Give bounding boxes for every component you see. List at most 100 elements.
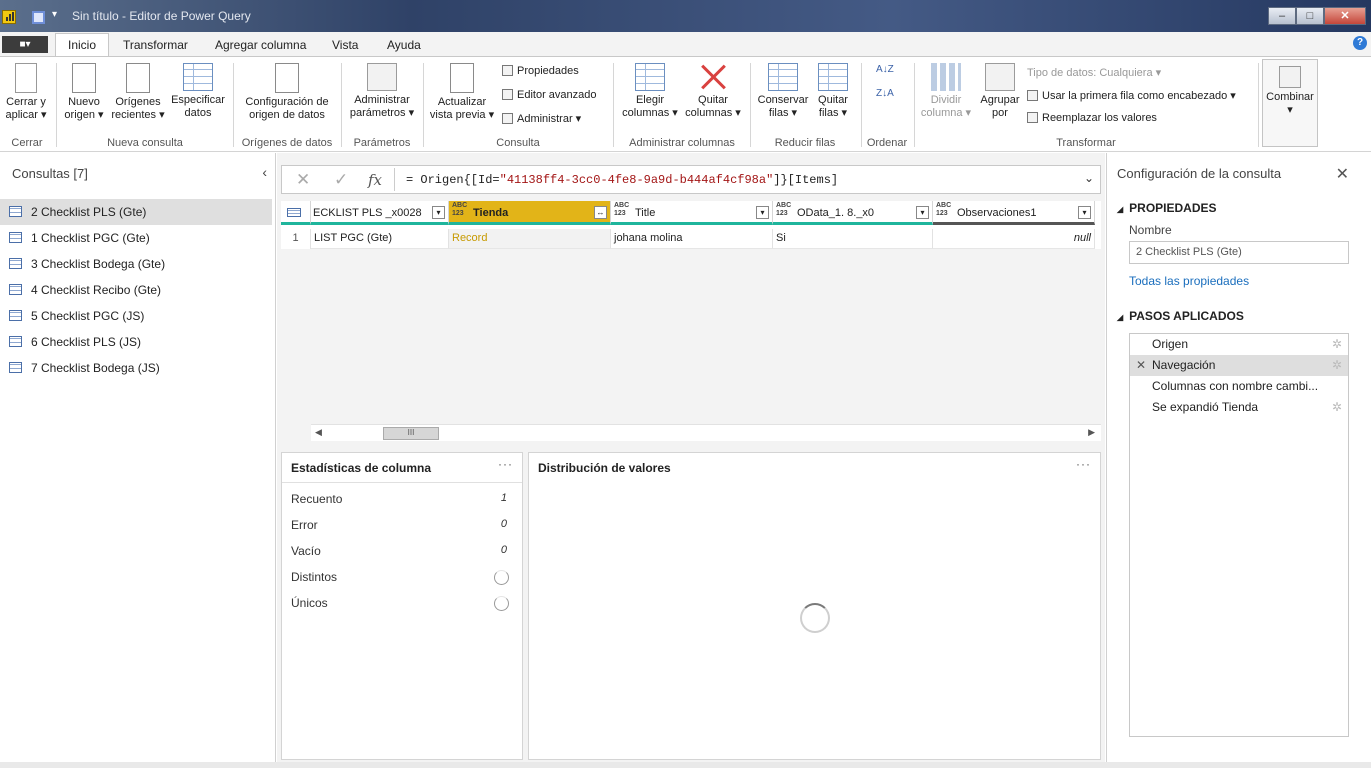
new-source-button[interactable]: Nuevo origen ▾ [60, 63, 108, 122]
group-nueva-consulta: Nueva consulta [107, 137, 183, 149]
remove-columns-button[interactable]: Quitar columnas ▾ [682, 63, 744, 120]
remove-columns-icon [699, 63, 727, 91]
column-header[interactable]: ABC 123 Title ▾ [611, 201, 773, 225]
all-properties-link[interactable]: Todas las propiedades [1129, 274, 1249, 288]
table-cell[interactable]: null [933, 229, 1095, 249]
quick-access-dropdown[interactable]: ▾ [52, 9, 57, 20]
tab-transformar[interactable]: Transformar [123, 38, 188, 52]
tab-inicio[interactable]: Inicio [55, 33, 110, 57]
name-label: Nombre [1129, 223, 1172, 237]
filter-dropdown-icon[interactable]: ▾ [1078, 206, 1091, 219]
tab-agregar-columna[interactable]: Agregar columna [215, 38, 306, 52]
properties-section[interactable]: ◢ PROPIEDADES [1117, 201, 1217, 215]
more-options-icon[interactable]: ··· [1076, 457, 1091, 471]
save-icon[interactable] [32, 11, 45, 24]
manage-parameters-button[interactable]: Administrar parámetros ▾ [344, 63, 420, 120]
query-name-input[interactable]: 2 Checklist PLS (Gte) [1129, 241, 1349, 264]
table-icon [9, 206, 22, 217]
window-controls: – □ ✕ [1268, 7, 1366, 25]
filter-dropdown-icon[interactable]: ▾ [916, 206, 929, 219]
sort-descending-button[interactable]: Z↓A [876, 88, 894, 99]
maximize-button[interactable]: □ [1296, 7, 1324, 25]
gear-icon[interactable]: ✲ [1332, 397, 1342, 418]
ribbon-tabs: ■▾ Inicio Transformar Agregar columna Vi… [0, 32, 1371, 57]
split-column-button[interactable]: Dividir columna ▾ [918, 63, 974, 120]
query-item[interactable]: 4 Checklist Recibo (Gte) [0, 277, 272, 303]
table-cell[interactable]: Si [773, 229, 933, 249]
data-source-settings-button[interactable]: Configuración de origen de datos [238, 63, 336, 122]
horizontal-scrollbar[interactable]: ◀ III ▶ [311, 424, 1101, 441]
step-item[interactable]: Columnas con nombre cambi... [1130, 376, 1348, 397]
stat-row: Distintos [291, 570, 511, 590]
tab-ayuda[interactable]: Ayuda [387, 38, 421, 52]
gear-icon[interactable]: ✲ [1332, 355, 1342, 376]
column-header[interactable]: ECKLIST PLS _x0028 ▾ [311, 201, 449, 225]
more-options-icon[interactable]: ··· [498, 457, 513, 471]
row-number: 1 [281, 229, 311, 249]
filter-dropdown-icon[interactable]: ▾ [756, 206, 769, 219]
properties-button[interactable]: Propiedades [502, 65, 579, 77]
formula-bar: ✕ ✓ fx = Origen{[Id="41138ff4-3cc0-4fe8-… [281, 165, 1101, 194]
collapse-chevron-icon[interactable]: ‹ [262, 164, 267, 180]
cancel-formula-icon[interactable]: ✕ [296, 170, 310, 190]
column-header[interactable]: ABC 123 OData_1. 8._x0 ▾ [773, 201, 933, 225]
commit-formula-icon[interactable]: ✓ [334, 170, 348, 190]
choose-columns-button[interactable]: Elegir columnas ▾ [618, 63, 682, 120]
refresh-preview-button[interactable]: Actualizar vista previa ▾ [427, 63, 497, 122]
table-cell[interactable]: johana molina [611, 229, 773, 249]
use-first-row-headers-button[interactable]: Usar la primera fila como encabezado ▾ [1027, 89, 1236, 102]
ribbon-separator [56, 63, 57, 147]
formula-input[interactable]: = Origen{[Id="41138ff4-3cc0-4fe8-9a9d-b4… [406, 173, 838, 187]
fx-icon[interactable]: fx [368, 171, 382, 189]
step-item[interactable]: Se expandió Tienda ✲ [1130, 397, 1348, 418]
query-item[interactable]: 2 Checklist PLS (Gte) [0, 199, 272, 225]
column-header[interactable]: ABC 123 Observaciones1 ▾ [933, 201, 1095, 225]
gear-icon[interactable]: ✲ [1332, 334, 1342, 355]
minimize-button[interactable]: – [1268, 7, 1296, 25]
scroll-left-icon[interactable]: ◀ [315, 427, 322, 438]
table-cell[interactable]: Record [449, 229, 611, 249]
query-item[interactable]: 1 Checklist PGC (Gte) [0, 225, 272, 251]
table-icon [287, 208, 301, 217]
close-icon[interactable]: ✕ [1336, 164, 1349, 184]
close-apply-button[interactable]: Cerrar y aplicar ▾ [3, 63, 49, 122]
step-item[interactable]: Origen ✲ [1130, 334, 1348, 355]
enter-data-button[interactable]: Especificar datos [168, 63, 228, 120]
table-icon [9, 232, 22, 243]
stat-row: Error 0 [291, 518, 507, 532]
column-header[interactable]: ABC 123 Tienda ↔ [449, 201, 611, 225]
manage-button[interactable]: Administrar ▾ [502, 112, 581, 125]
table-icon [9, 258, 22, 269]
scrollbar-thumb[interactable]: III [383, 427, 439, 440]
query-item[interactable]: 5 Checklist PGC (JS) [0, 303, 272, 329]
query-item[interactable]: 7 Checklist Bodega (JS) [0, 355, 272, 381]
close-window-button[interactable]: ✕ [1324, 7, 1366, 25]
help-icon[interactable]: ? [1353, 36, 1367, 50]
query-item[interactable]: 3 Checklist Bodega (Gte) [0, 251, 272, 277]
ribbon-separator [423, 63, 424, 147]
expand-column-icon[interactable]: ↔ [594, 206, 607, 219]
keep-rows-button[interactable]: Conservar filas ▾ [754, 63, 812, 120]
query-item[interactable]: 6 Checklist PLS (JS) [0, 329, 272, 355]
filter-dropdown-icon[interactable]: ▾ [432, 206, 445, 219]
data-type-dropdown[interactable]: Tipo de datos: Cualquiera ▾ [1027, 66, 1161, 79]
ribbon-separator [750, 63, 751, 147]
applied-steps-section[interactable]: ◢ PASOS APLICADOS [1117, 309, 1244, 323]
file-menu-button[interactable]: ■▾ [2, 36, 48, 53]
remove-rows-button[interactable]: Quitar filas ▾ [812, 63, 854, 120]
table-icon [183, 63, 213, 91]
advanced-editor-button[interactable]: Editor avanzado [502, 89, 597, 101]
new-source-icon [72, 63, 96, 93]
table-menu-button[interactable] [281, 201, 311, 225]
group-by-button[interactable]: Agrupar por [976, 63, 1024, 120]
recent-sources-button[interactable]: Orígenes recientes ▾ [110, 63, 166, 122]
delete-step-icon[interactable]: ✕ [1136, 355, 1146, 376]
sort-ascending-button[interactable]: A↓Z [876, 64, 894, 75]
scroll-right-icon[interactable]: ▶ [1088, 427, 1095, 438]
replace-values-button[interactable]: Reemplazar los valores [1027, 112, 1157, 124]
expand-formula-icon[interactable]: ⌄ [1084, 171, 1094, 185]
combine-button[interactable]: Combinar ▾ [1262, 59, 1318, 147]
table-cell[interactable]: LIST PGC (Gte) [311, 229, 449, 249]
tab-vista[interactable]: Vista [332, 38, 358, 52]
step-item[interactable]: ✕ Navegación ✲ [1130, 355, 1348, 376]
